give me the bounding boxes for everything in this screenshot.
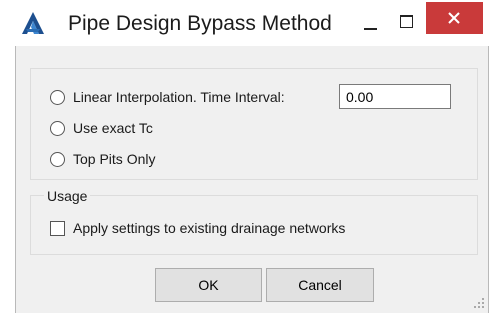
maximize-button[interactable] [395,8,421,38]
apply-existing-checkbox[interactable] [50,220,65,236]
radio-label: Use exact Tc [73,120,153,136]
apply-existing-checkbox-row[interactable]: Apply settings to existing drainage netw… [50,218,345,238]
ok-button[interactable]: OK [155,268,262,302]
pipe-design-bypass-dialog: Pipe Design Bypass Method Linear Interpo… [0,0,491,313]
autocad-a-icon [20,10,46,36]
apply-existing-label: Apply settings to existing drainage netw… [73,220,346,236]
radio-label: Top Pits Only [73,151,156,167]
cancel-button[interactable]: Cancel [266,268,374,302]
maximize-icon [400,15,413,28]
close-button[interactable] [426,2,483,34]
radio-button[interactable] [50,120,65,136]
window-title: Pipe Design Bypass Method [68,12,332,35]
minimize-icon [364,28,377,30]
minimize-button[interactable] [358,8,384,38]
usage-legend: Usage [44,188,91,204]
radio-label: Linear Interpolation. Time Interval: [73,89,285,105]
close-icon [448,12,460,24]
radio-linear-interpolation[interactable]: Linear Interpolation. Time Interval: [50,87,285,107]
radio-top-pits-only[interactable]: Top Pits Only [50,149,155,169]
radio-use-exact-tc[interactable]: Use exact Tc [50,118,153,138]
radio-button[interactable] [50,151,65,167]
radio-button[interactable] [50,89,65,105]
time-interval-input[interactable] [339,84,451,109]
window-border-right [488,46,489,313]
resize-grip-icon[interactable] [474,298,484,308]
title-bar[interactable]: Pipe Design Bypass Method [0,0,491,46]
